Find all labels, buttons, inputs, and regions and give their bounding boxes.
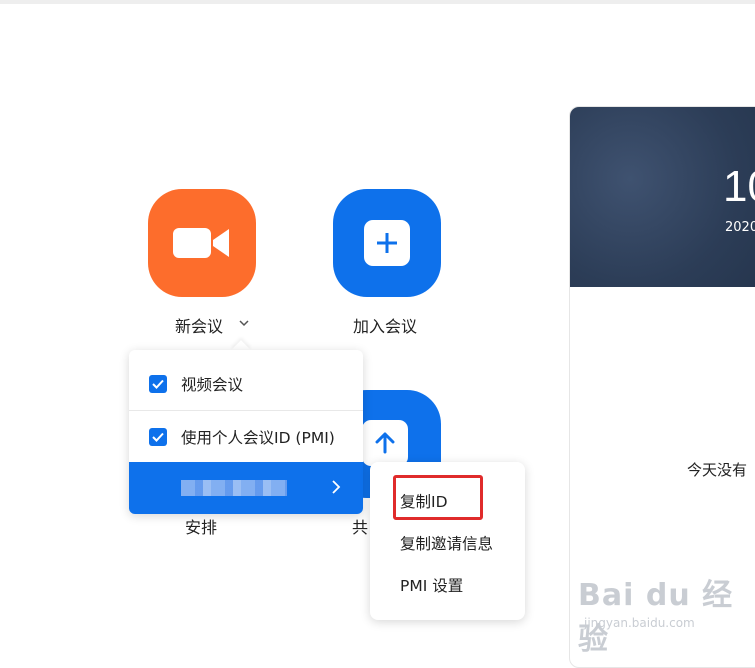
menu-item-pmi-number[interactable] — [129, 462, 363, 514]
obscured-pmi-number — [181, 480, 287, 496]
join-meeting-label: 加入会议 — [353, 317, 418, 336]
new-meeting-button[interactable] — [148, 189, 256, 297]
calendar-header: 10 2020 — [570, 107, 755, 287]
baidu-watermark: Bai du 经验 jingyan.baidu.com — [578, 570, 755, 658]
chevron-right-icon — [332, 480, 341, 494]
watermark-brand: Bai du 经验 — [578, 578, 734, 657]
clock-date: 2020 — [725, 220, 755, 235]
submenu-copy-invitation[interactable]: 复制邀请信息 — [400, 532, 493, 554]
red-highlight-box — [393, 475, 483, 520]
checkbox-checked-icon[interactable] — [149, 375, 167, 393]
menu-item-label: 使用个人会议ID (PMI) — [181, 429, 335, 447]
schedule-label: 安排 — [185, 518, 218, 537]
new-meeting-dropdown: 视频会议 使用个人会议ID (PMI) — [129, 350, 363, 514]
video-camera-icon — [173, 228, 229, 258]
share-screen-label: 共 — [352, 518, 369, 537]
watermark-url: jingyan.baidu.com — [584, 616, 695, 630]
submenu-pmi-settings[interactable]: PMI 设置 — [400, 574, 463, 596]
top-bar — [0, 0, 755, 4]
new-meeting-label: 新会议 — [175, 317, 224, 336]
menu-item-video-meeting[interactable]: 视频会议 — [129, 359, 363, 409]
menu-item-label: 视频会议 — [181, 376, 244, 394]
checkbox-checked-icon[interactable] — [149, 428, 167, 446]
no-meetings-text: 今天没有 — [687, 461, 748, 479]
menu-divider — [129, 410, 363, 411]
menu-item-use-pmi[interactable]: 使用个人会议ID (PMI) — [129, 412, 363, 462]
plus-icon — [364, 220, 410, 266]
join-meeting-button[interactable] — [333, 189, 441, 297]
arrow-up-icon — [362, 420, 408, 466]
clock-time: 10 — [723, 162, 755, 211]
chevron-down-icon[interactable] — [239, 319, 249, 327]
